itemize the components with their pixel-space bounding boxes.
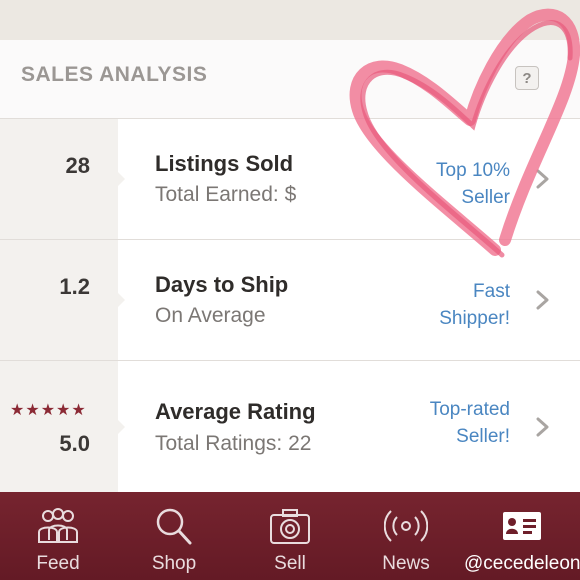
help-button[interactable]: ?: [515, 66, 539, 90]
row-pointer: [118, 293, 125, 307]
tab-news[interactable]: News: [348, 492, 464, 580]
chevron-right-icon[interactable]: [532, 290, 552, 310]
section-header: SALES ANALYSIS ?: [0, 40, 580, 119]
tab-label: News: [382, 553, 430, 574]
stat-value-column: [0, 240, 118, 360]
badge-line: Top 10%: [436, 160, 510, 181]
badge-line: Seller: [461, 187, 510, 208]
stat-value: 5.0: [59, 431, 90, 456]
stat-value-column: [0, 119, 118, 239]
badge-line: Seller!: [456, 426, 510, 447]
stat-subtitle: Total Ratings: 22: [155, 432, 312, 455]
people-icon: [38, 508, 78, 543]
stat-subtitle: On Average: [155, 304, 266, 327]
sales-analysis-card: SALES ANALYSIS ? 28 Listings Sold Total …: [0, 40, 580, 492]
chevron-right-icon[interactable]: [532, 417, 552, 437]
stat-value-column: [0, 361, 118, 492]
tab-sell[interactable]: Sell: [232, 492, 348, 580]
tab-shop[interactable]: Shop: [116, 492, 232, 580]
stat-value: 1.2: [59, 274, 90, 299]
tab-label: Feed: [36, 553, 80, 574]
star-rating: ★★★★★: [10, 402, 87, 419]
redaction-blur: [318, 160, 374, 208]
broadcast-icon: [384, 510, 428, 542]
tab-label: Shop: [151, 553, 197, 574]
bottom-tab-bar: Feed Shop Sell News @cecedeleon: [0, 492, 580, 580]
stat-subtitle: Total Earned: $: [155, 183, 297, 206]
chevron-right-icon[interactable]: [532, 169, 552, 189]
camera-icon: [270, 509, 310, 544]
row-pointer: [118, 172, 125, 186]
stat-badge[interactable]: Top 10% Seller: [370, 157, 510, 211]
stat-badge[interactable]: Fast Shipper!: [370, 278, 510, 332]
section-title: SALES ANALYSIS: [21, 63, 208, 86]
search-icon: [156, 508, 192, 545]
top-bar: [0, 0, 580, 40]
stat-row-days-to-ship[interactable]: 1.2 Days to Ship On Average Fast Shipper…: [0, 240, 580, 361]
tab-feed[interactable]: Feed: [0, 492, 116, 580]
tab-label: @cecedeleon: [464, 553, 580, 574]
stat-title: Listings Sold: [155, 151, 294, 176]
stat-row-listings-sold[interactable]: 28 Listings Sold Total Earned: $ Top 10%…: [0, 119, 580, 240]
tab-profile[interactable]: @cecedeleon: [464, 492, 580, 580]
profile-card-icon: [503, 512, 541, 540]
stat-row-average-rating[interactable]: ★★★★★ 5.0 Average Rating Total Ratings: …: [0, 361, 580, 492]
stat-title: Average Rating: [155, 399, 316, 424]
badge-line: Shipper!: [439, 308, 510, 329]
badge-line: Fast: [473, 281, 510, 302]
stat-badge[interactable]: Top-rated Seller!: [370, 396, 510, 450]
stat-value: 28: [65, 153, 90, 178]
stat-title: Days to Ship: [155, 272, 289, 297]
badge-line: Top-rated: [429, 399, 510, 420]
row-pointer: [118, 419, 125, 434]
tab-label: Sell: [274, 553, 306, 574]
